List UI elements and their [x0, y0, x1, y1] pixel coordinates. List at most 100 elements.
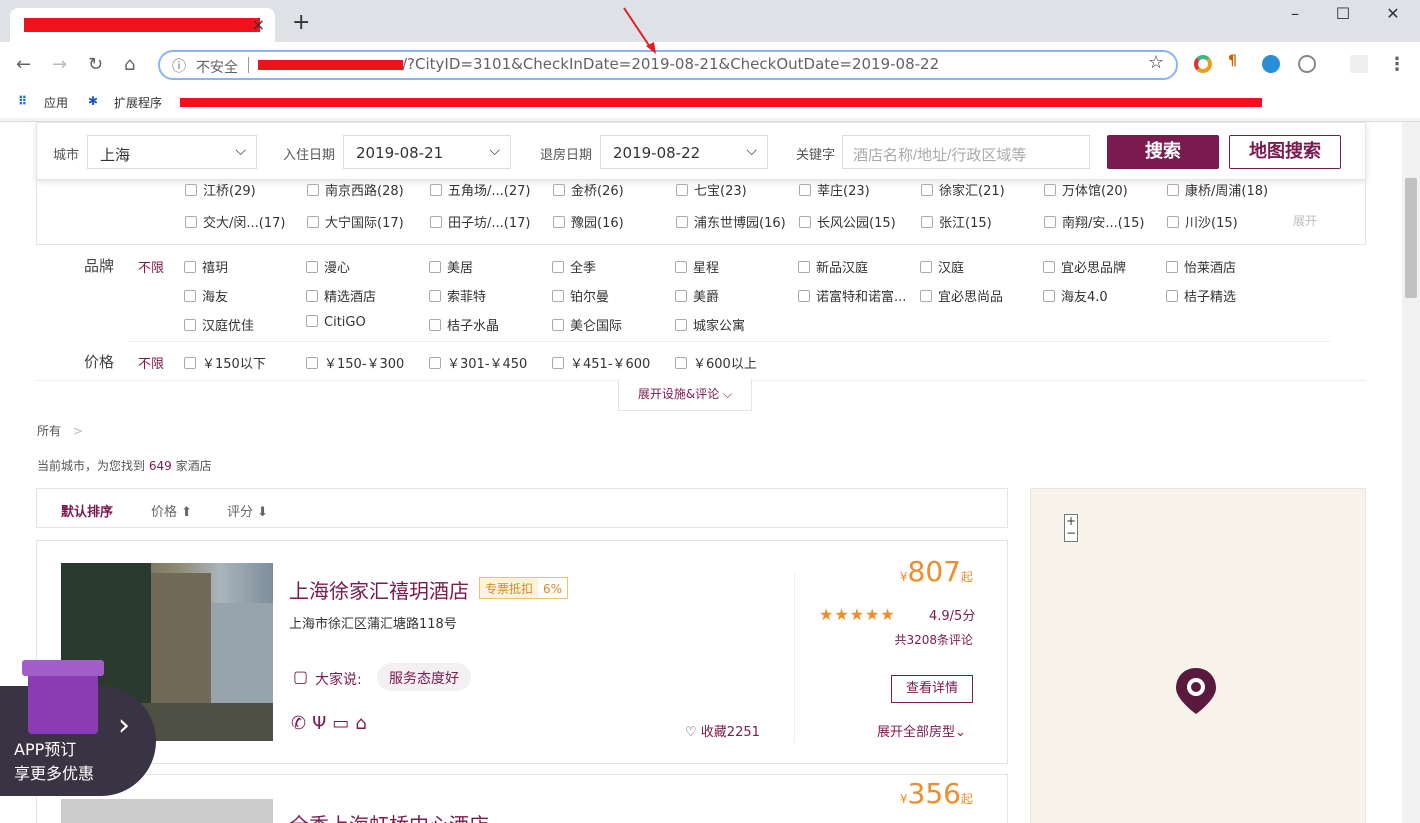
home-icon[interactable]: ⌂ [124, 54, 135, 75]
expand-facilities-button[interactable]: 展开设施&评论 ⌵ [618, 379, 752, 411]
favorite-button[interactable]: ♡ 收藏2251 [685, 721, 760, 740]
price-checkbox[interactable]: ￥600以上 [675, 353, 757, 372]
area-checkbox[interactable]: 交大/闵...(17) [185, 212, 285, 231]
brand-checkbox[interactable]: 怡莱酒店 [1166, 257, 1236, 276]
extension-badge-icon[interactable] [1262, 55, 1280, 73]
extension-globe-icon[interactable] [1298, 55, 1316, 73]
bookmark-extensions[interactable]: 扩展程序 [114, 94, 162, 111]
brand-checkbox[interactable]: 汉庭优佳 [184, 315, 254, 334]
checkin-date-select[interactable]: 2019-08-21 ⌵ [343, 135, 511, 169]
maximize-button[interactable]: ☐ [1320, 4, 1366, 23]
price-unlimited[interactable]: 不限 [138, 353, 164, 372]
hotel-name[interactable]: 全季上海虹桥中心酒店 [289, 809, 489, 823]
brand-checkbox[interactable]: 美居 [429, 257, 473, 276]
brand-checkbox[interactable]: 海友 [184, 286, 228, 305]
brand-checkbox[interactable]: 桔子水晶 [429, 315, 499, 334]
area-checkbox[interactable]: 南翔/安...(15) [1044, 212, 1144, 231]
brand-checkbox[interactable]: 海友4.0 [1043, 286, 1108, 305]
bookmark-star-icon[interactable]: ☆ [1148, 52, 1164, 73]
extension-pilcrow-icon[interactable]: ¶ [1228, 53, 1246, 71]
apps-icon[interactable]: ⠿ [18, 94, 27, 108]
info-icon[interactable]: ⓘ [172, 56, 186, 76]
brand-checkbox[interactable]: 桔子精选 [1166, 286, 1236, 305]
says-label: 大家说: [315, 672, 362, 688]
area-checkbox[interactable]: 大宁国际(17) [307, 212, 404, 231]
area-checkbox[interactable]: 田子坊/...(17) [430, 212, 530, 231]
expand-rooms-link[interactable]: 展开全部房型⌄ [877, 721, 966, 740]
minimize-button[interactable]: – [1272, 4, 1318, 23]
price-checkbox[interactable]: ￥150以下 [184, 353, 266, 372]
area-checkbox[interactable]: 莘庄(23) [799, 180, 870, 199]
back-icon[interactable]: ← [16, 54, 31, 75]
hotel-name[interactable]: 上海徐家汇禧玥酒店 [289, 575, 469, 604]
hotel-card[interactable]: 上海徐家汇禧玥酒店 专票抵扣 6% 上海市徐汇区蒲汇塘路118号 ▢ 大家说: 服… [36, 540, 1008, 764]
review-count[interactable]: 共3208条评论 [894, 631, 973, 648]
bookmark-apps[interactable]: 应用 [44, 94, 68, 111]
area-checkbox[interactable]: 康桥/周浦(18) [1167, 180, 1268, 199]
tab-close-icon[interactable]: × [252, 15, 265, 34]
city-select[interactable]: 上海 ⌵ [87, 135, 257, 169]
close-window-button[interactable]: ✕ [1370, 4, 1416, 23]
sort-default[interactable]: 默认排序 [61, 501, 113, 520]
area-checkbox[interactable]: 万体馆(20) [1044, 180, 1128, 199]
checkout-date-select[interactable]: 2019-08-22 ⌵ [600, 135, 768, 169]
area-expand-link[interactable]: 展开 [1293, 212, 1317, 229]
area-checkbox[interactable]: 江桥(29) [185, 180, 256, 199]
brand-checkbox[interactable]: 诺富特和诺富... [798, 286, 906, 305]
area-checkbox[interactable]: 张江(15) [921, 212, 992, 231]
forward-icon[interactable]: → [52, 54, 67, 75]
scrollbar-thumb[interactable] [1405, 178, 1417, 298]
area-checkbox[interactable]: 五角场/...(27) [430, 180, 530, 199]
brand-checkbox[interactable]: 城家公寓 [675, 315, 745, 334]
new-tab-button[interactable]: + [292, 10, 310, 35]
brand-checkbox[interactable]: CitiGO [306, 315, 366, 330]
map-search-button[interactable]: 地图搜索 [1229, 135, 1341, 169]
area-checkbox[interactable]: 金桥(26) [553, 180, 624, 199]
map-panel[interactable] [1030, 488, 1366, 823]
search-button[interactable]: 搜索 [1107, 135, 1219, 169]
brand-checkbox[interactable]: 漫心 [306, 257, 350, 276]
reload-icon[interactable]: ↻ [88, 54, 103, 75]
address-bar[interactable]: ⓘ 不安全 /?CityID=3101&CheckInDate=2019-08-… [158, 50, 1178, 80]
brand-checkbox[interactable]: 精选酒店 [306, 286, 376, 305]
keyword-input[interactable]: 酒店名称/地址/行政区域等 [842, 135, 1090, 169]
brand-checkbox[interactable]: 铂尔曼 [552, 286, 609, 305]
zoom-out-button[interactable]: − [1065, 527, 1077, 539]
area-checkbox[interactable]: 南京西路(28) [307, 180, 404, 199]
area-checkbox[interactable]: 徐家汇(21) [921, 180, 1005, 199]
brand-checkbox[interactable]: 宜必思品牌 [1043, 257, 1126, 276]
extension-color-icon[interactable] [1194, 55, 1212, 73]
view-details-button[interactable]: 查看详情 [891, 675, 973, 703]
brand-checkbox[interactable]: 美爵 [675, 286, 719, 305]
area-checkbox[interactable]: 豫园(16) [553, 212, 624, 231]
app-promo-banner[interactable]: APP预订 享更多优惠 › [0, 656, 156, 796]
brand-checkbox[interactable]: 星程 [675, 257, 719, 276]
hotel-photo[interactable] [61, 799, 273, 823]
area-checkbox[interactable]: 七宝(23) [676, 180, 747, 199]
price-checkbox[interactable]: ￥301-￥450 [429, 353, 527, 372]
map-zoom-control[interactable]: + − [1064, 514, 1078, 542]
hotel-card[interactable]: 全季上海虹桥中心酒店 ¥356起 [36, 774, 1008, 823]
brand-checkbox[interactable]: 索菲特 [429, 286, 486, 305]
brand-checkbox[interactable]: 禧玥 [184, 257, 228, 276]
map-pin-icon[interactable] [1174, 666, 1218, 716]
area-checkbox[interactable]: 长风公园(15) [799, 212, 896, 231]
menu-icon[interactable]: ⋮ [1388, 54, 1406, 75]
sort-price[interactable]: 价格 ⬆ [151, 501, 192, 520]
brand-checkbox[interactable]: 宜必思尚品 [920, 286, 1003, 305]
browser-tab[interactable]: × [10, 8, 275, 42]
brand-unlimited[interactable]: 不限 [138, 257, 164, 276]
breadcrumb-all[interactable]: 所有 [37, 424, 61, 438]
brand-checkbox[interactable]: 汉庭 [920, 257, 964, 276]
page-scrollbar[interactable] [1402, 122, 1420, 823]
price-checkbox[interactable]: ￥150-￥300 [306, 353, 404, 372]
area-checkbox[interactable]: 川沙(15) [1167, 212, 1238, 231]
brand-checkbox[interactable]: 新品汉庭 [798, 257, 868, 276]
brand-checkbox[interactable]: 全季 [552, 257, 596, 276]
sort-rating[interactable]: 评分 ⬇ [227, 501, 268, 520]
extension-stamp-icon[interactable] [1350, 55, 1368, 73]
area-checkbox[interactable]: 浦东世博园(16) [676, 212, 786, 231]
chevron-down-icon: ⌵ [746, 143, 757, 159]
brand-checkbox[interactable]: 美仑国际 [552, 315, 622, 334]
price-checkbox[interactable]: ￥451-￥600 [552, 353, 650, 372]
